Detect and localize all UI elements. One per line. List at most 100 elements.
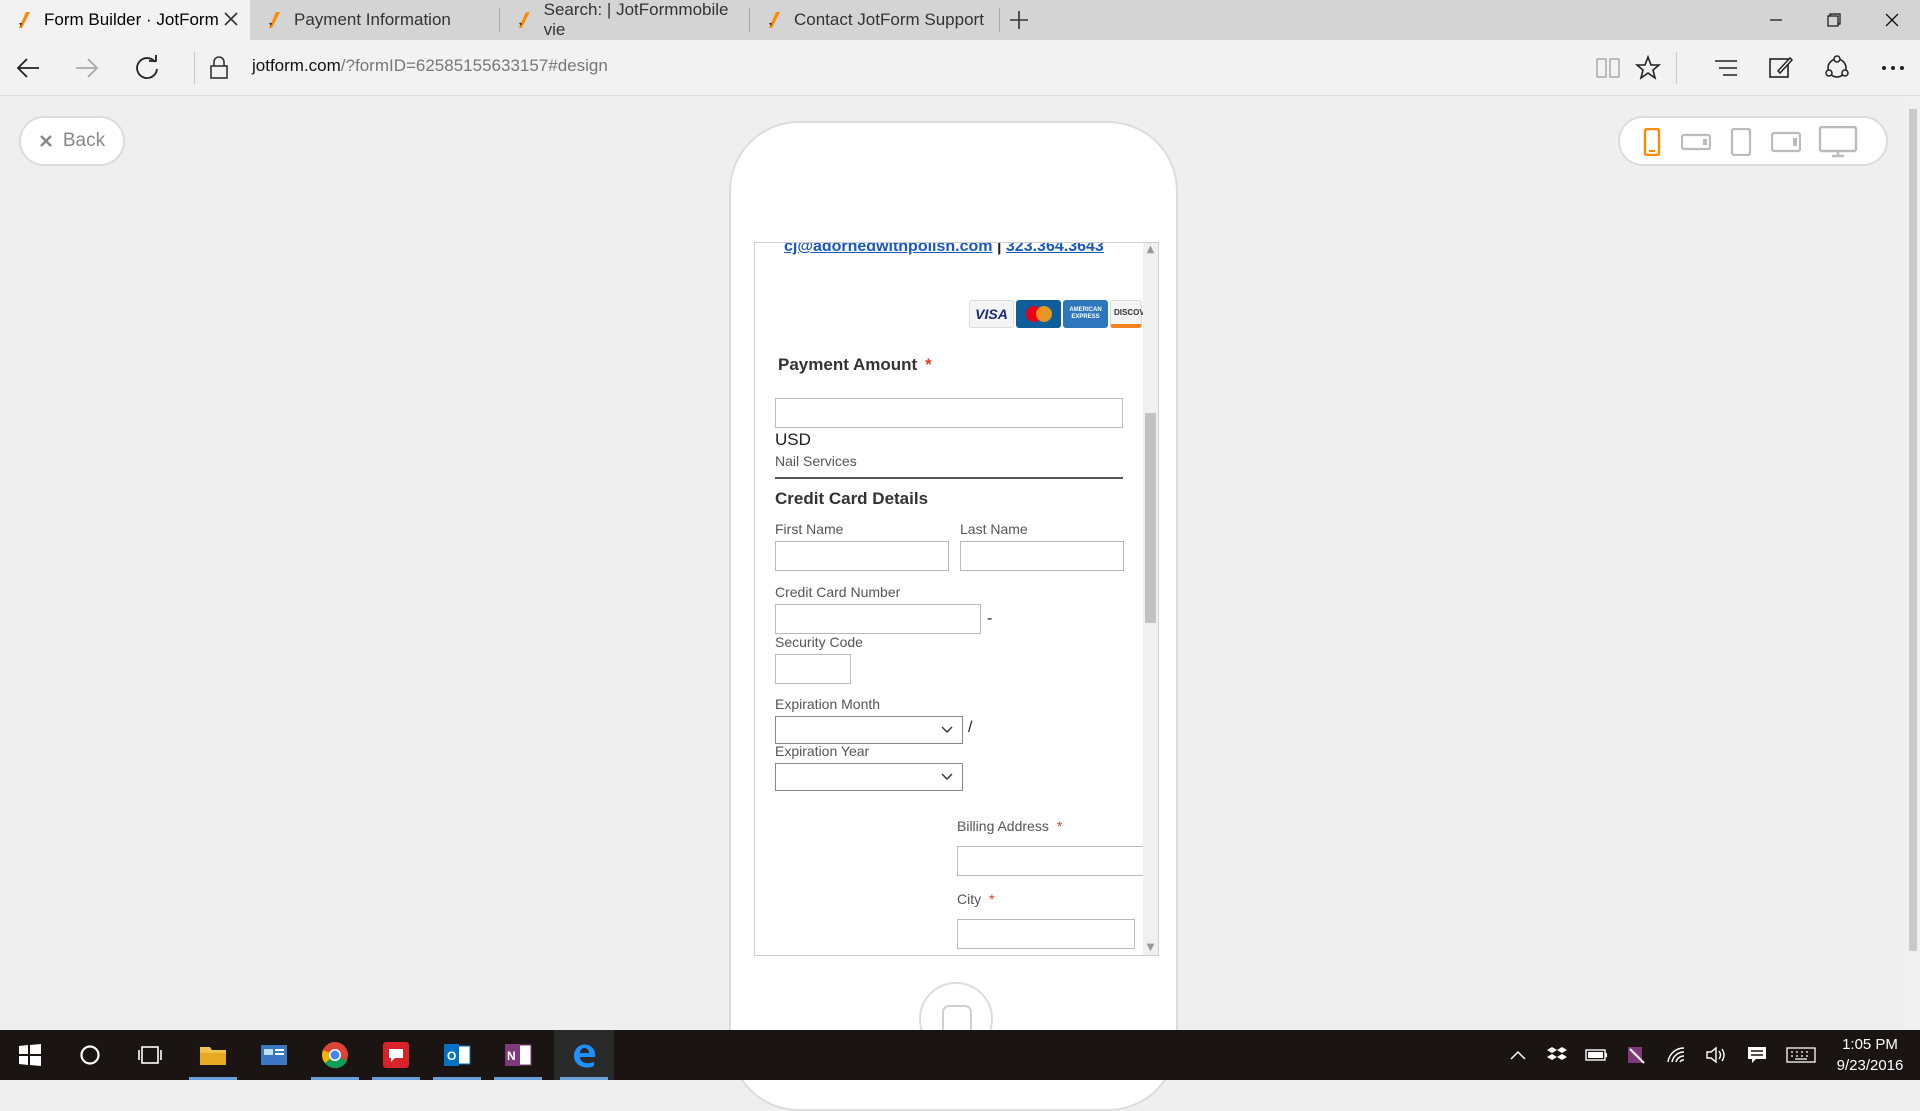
discover-card-icon: DISCOV — [1110, 300, 1145, 328]
expiration-year-select[interactable] — [775, 763, 963, 791]
back-button[interactable]: Back — [19, 116, 125, 166]
cc-number-label: Credit Card Number — [775, 584, 901, 600]
city-input[interactable] — [957, 919, 1135, 949]
phone-link[interactable]: 323.364.3643 — [1006, 243, 1104, 255]
last-name-input[interactable] — [960, 541, 1124, 571]
payment-amount-label: Payment Amount * — [778, 355, 932, 374]
wifi-tray-button[interactable] — [1661, 1030, 1693, 1080]
cc-number-input[interactable] — [775, 604, 981, 634]
restore-icon — [1827, 13, 1841, 27]
action-center-button[interactable] — [1741, 1030, 1773, 1080]
wifi-icon — [1667, 1047, 1685, 1063]
restore-button[interactable] — [1806, 0, 1862, 40]
tab-contact-support[interactable]: Contact JotForm Support — [750, 0, 1000, 40]
device-phone-portrait-button[interactable] — [1638, 126, 1666, 158]
nav-divider — [1676, 52, 1677, 84]
arrow-right-icon — [76, 58, 99, 78]
nav-divider — [194, 52, 195, 84]
payment-amount-input[interactable] — [775, 398, 1123, 428]
minimize-icon — [1770, 19, 1782, 21]
taskbar-file-explorer[interactable] — [183, 1030, 243, 1080]
tab-label: Contact JotForm Support — [794, 10, 984, 29]
hub-button[interactable] — [1710, 52, 1742, 84]
taskbar-edge[interactable] — [554, 1030, 614, 1080]
page-scrollbar[interactable] — [1906, 97, 1920, 1030]
clock-date: 9/23/2016 — [1836, 1057, 1904, 1074]
desktop-icon — [1818, 126, 1858, 158]
lock-button[interactable] — [203, 52, 235, 84]
url-field[interactable]: jotform.com/?formID=62585155633157#desig… — [252, 56, 608, 76]
svg-text:O: O — [447, 1049, 456, 1063]
expiration-month-select[interactable] — [775, 716, 963, 744]
reading-view-button[interactable] — [1592, 52, 1624, 84]
tablet-landscape-icon — [1771, 131, 1801, 153]
share-button[interactable] — [1821, 52, 1853, 84]
device-phone-landscape-button[interactable] — [1678, 126, 1714, 158]
jotform-favicon-icon — [769, 12, 780, 28]
taskbar-onenote[interactable]: N — [488, 1030, 548, 1080]
scroll-down-arrow-icon[interactable]: ▼ — [1145, 941, 1156, 955]
mastercard-icon — [1016, 300, 1061, 328]
more-button[interactable] — [1877, 52, 1909, 84]
url-host: jotform.com — [252, 56, 341, 75]
refresh-icon — [136, 55, 158, 79]
scroll-up-arrow-icon[interactable]: ▲ — [1145, 243, 1156, 257]
device-tablet-portrait-button[interactable] — [1726, 126, 1756, 158]
task-view-button[interactable] — [120, 1030, 180, 1080]
show-hidden-icons-button[interactable] — [1502, 1030, 1534, 1080]
security-code-input[interactable] — [775, 654, 851, 684]
taskbar-outlook[interactable]: O — [427, 1030, 487, 1080]
favorite-button[interactable] — [1632, 52, 1664, 84]
currency-label: USD — [775, 430, 811, 449]
clock-time: 1:05 PM — [1842, 1036, 1898, 1053]
close-window-button[interactable] — [1864, 0, 1920, 40]
form-preview-screen: cj@adornedwithpolish.com | 323.364.3643 … — [754, 242, 1159, 956]
touch-keyboard-button[interactable] — [1783, 1030, 1819, 1080]
onenote-tray-button[interactable] — [1621, 1030, 1653, 1080]
new-tab-plus-icon[interactable] — [1004, 8, 1034, 32]
dropbox-tray-button[interactable] — [1541, 1030, 1573, 1080]
first-name-input[interactable] — [775, 541, 949, 571]
refresh-button[interactable] — [132, 52, 164, 84]
tab-payment-information[interactable]: Payment Information — [250, 0, 500, 40]
minimize-button[interactable] — [1748, 0, 1804, 40]
taskbar-control-panel[interactable] — [244, 1030, 304, 1080]
tab-form-builder[interactable]: Form Builder · JotForm — [0, 0, 250, 40]
form-scroll-thumb[interactable] — [1145, 413, 1156, 623]
form-scrollbar[interactable]: ▲ ▼ — [1143, 243, 1158, 955]
volume-tray-button[interactable] — [1700, 1030, 1732, 1080]
tab-label: Form Builder · JotForm — [44, 10, 219, 29]
task-view-icon — [138, 1046, 162, 1064]
start-button[interactable] — [0, 1030, 60, 1080]
expiration-slash: / — [968, 719, 973, 736]
taskbar-messaging[interactable] — [366, 1030, 426, 1080]
chrome-icon — [322, 1042, 348, 1069]
cortana-button[interactable] — [60, 1030, 120, 1080]
onenote-clip-icon — [1628, 1047, 1645, 1064]
email-link[interactable]: cj@adornedwithpolish.com — [784, 243, 993, 255]
billing-address-input[interactable] — [957, 846, 1145, 876]
taskbar-chrome[interactable] — [305, 1030, 365, 1080]
tab-separator — [999, 8, 1000, 32]
accepted-cards: VISA AMERICAN EXPRESS DISCOV — [969, 300, 1145, 328]
keyboard-icon — [1786, 1047, 1816, 1063]
close-tab-icon[interactable] — [222, 10, 240, 28]
close-icon — [1885, 13, 1899, 27]
windows-logo-icon — [19, 1044, 41, 1066]
battery-tray-button[interactable] — [1581, 1030, 1613, 1080]
web-note-button[interactable] — [1765, 52, 1797, 84]
credit-card-heading: Credit Card Details — [775, 489, 929, 508]
device-tablet-landscape-button[interactable] — [1768, 126, 1804, 158]
control-panel-icon — [261, 1045, 287, 1065]
folder-icon — [200, 1047, 226, 1065]
last-name-label: Last Name — [960, 521, 1028, 537]
svg-text:N: N — [507, 1049, 516, 1063]
taskbar-clock[interactable]: 1:05 PM 9/23/2016 — [1830, 1034, 1910, 1076]
page-scroll-thumb[interactable] — [1909, 109, 1917, 951]
device-desktop-button[interactable] — [1816, 126, 1860, 158]
back-nav-button[interactable] — [12, 52, 44, 84]
tab-search[interactable]: Search: | JotFormmobile vie — [500, 0, 750, 40]
forward-nav-button[interactable] — [71, 52, 103, 84]
url-path: /?formID=62585155633157#design — [340, 56, 608, 75]
dropbox-icon — [1547, 1047, 1567, 1060]
